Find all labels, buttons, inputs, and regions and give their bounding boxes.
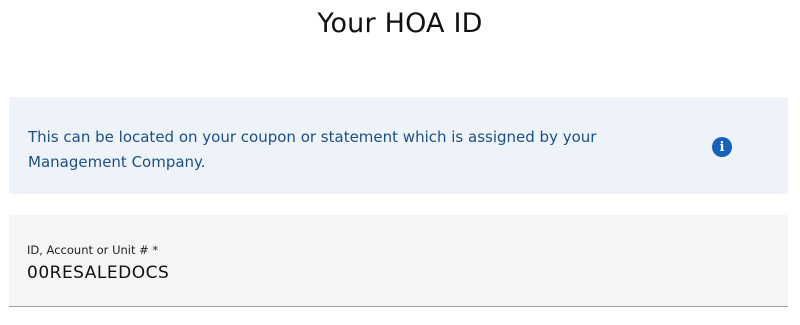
hoa-id-input[interactable] [27, 261, 767, 285]
hoa-id-field[interactable]: ID, Account or Unit # * [9, 215, 788, 307]
info-text: This can be located on your coupon or st… [28, 128, 597, 171]
page-title: Your HOA ID [317, 8, 483, 39]
hoa-id-field-label: ID, Account or Unit # * [27, 243, 159, 257]
page: Your HOA ID This can be located on your … [0, 0, 800, 325]
info-box: This can be located on your coupon or st… [9, 97, 788, 194]
info-icon[interactable]: i [712, 137, 732, 157]
